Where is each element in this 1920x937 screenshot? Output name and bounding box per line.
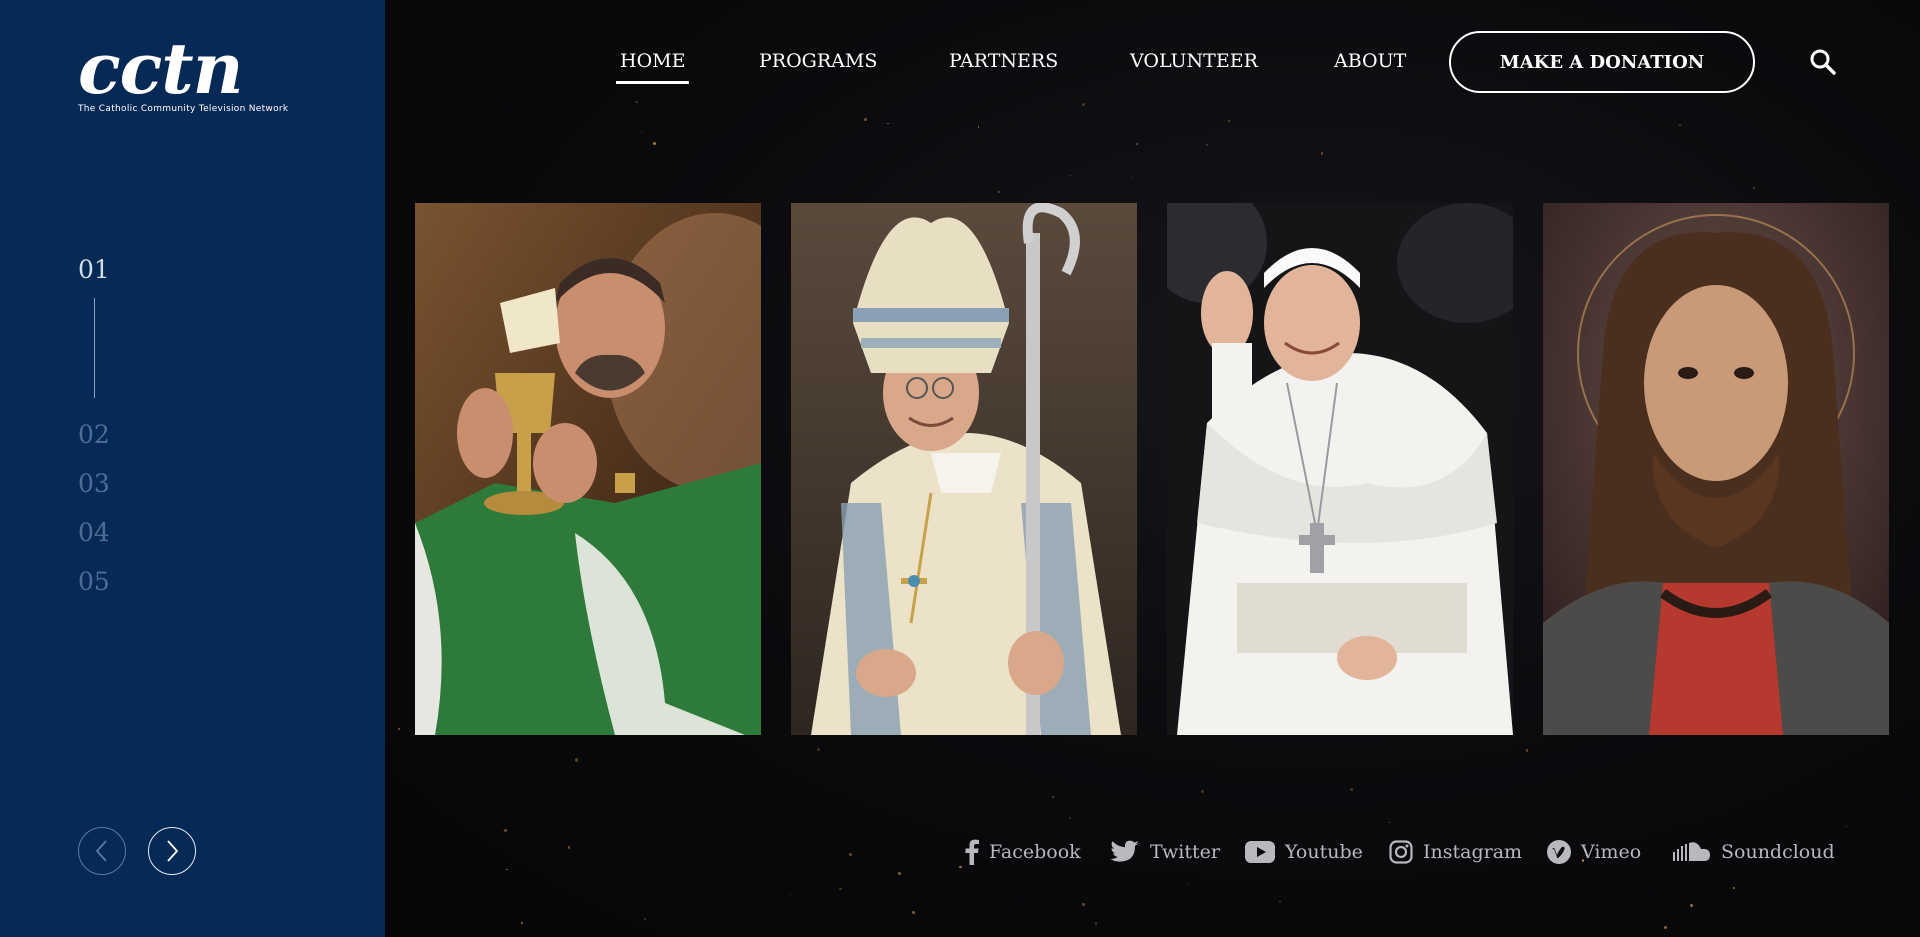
ember-particle — [898, 872, 902, 875]
nav-volunteer[interactable]: VOLUNTEER — [1130, 50, 1258, 72]
logo-tagline: The Catholic Community Television Networ… — [78, 104, 289, 114]
next-slide-button[interactable] — [148, 827, 196, 875]
ember-particle — [1131, 177, 1133, 179]
social-label: Twitter — [1150, 841, 1220, 863]
ember-particle — [1201, 789, 1205, 793]
christ-portrait-image — [1543, 203, 1889, 735]
gallery-card-pope[interactable] — [1167, 203, 1513, 735]
search-icon[interactable] — [1809, 48, 1837, 76]
chevron-left-icon — [95, 840, 107, 862]
social-label: Youtube — [1285, 841, 1363, 863]
social-label: Vimeo — [1581, 841, 1642, 863]
slide-number[interactable]: 05 — [78, 567, 110, 596]
social-label: Instagram — [1423, 841, 1523, 863]
social-links: Facebook Twitter Youtube Instagram Vimeo… — [385, 836, 1920, 868]
slide-pagination: 01 02 03 04 05 — [78, 255, 110, 616]
ember-particle — [502, 831, 504, 833]
main-nav: HOME PROGRAMS PARTNERS VOLUNTEER ABOUT M… — [385, 31, 1920, 93]
slide-number[interactable]: 03 — [78, 469, 110, 498]
ember-particle — [1227, 119, 1230, 122]
social-vimeo[interactable]: Vimeo — [1547, 836, 1641, 868]
ember-particle — [504, 829, 507, 832]
pope-image — [1167, 203, 1513, 735]
ember-particle — [1206, 143, 1209, 146]
soundcloud-icon — [1673, 842, 1710, 861]
nav-programs[interactable]: PROGRAMS — [759, 50, 877, 72]
ember-particle — [1068, 817, 1071, 820]
ember-particle — [1664, 925, 1668, 929]
ember-particle — [1187, 882, 1189, 884]
ember-particle — [1094, 922, 1098, 925]
ember-particle — [397, 727, 400, 730]
ember-particle — [1388, 821, 1391, 824]
ember-particle — [817, 748, 820, 752]
social-label: Facebook — [989, 841, 1081, 863]
ember-particle — [998, 190, 1001, 193]
ember-particle — [863, 117, 868, 122]
social-twitter[interactable]: Twitter — [1110, 836, 1220, 868]
social-youtube[interactable]: Youtube — [1245, 836, 1363, 868]
logo[interactable]: cctn The Catholic Community Television N… — [78, 27, 310, 115]
vimeo-icon — [1547, 840, 1571, 864]
ember-particle — [1135, 143, 1138, 145]
slide-progress-line — [94, 298, 95, 398]
twitter-icon — [1110, 840, 1139, 862]
ember-particle — [1753, 187, 1756, 190]
bishop-image — [791, 203, 1137, 735]
ember-particle — [1069, 174, 1071, 176]
sidebar: cctn The Catholic Community Television N… — [0, 0, 385, 937]
ember-particle — [1733, 886, 1735, 889]
donate-button[interactable]: MAKE A DONATION — [1449, 31, 1755, 93]
youtube-icon — [1245, 841, 1275, 863]
logo-mark: cctn — [78, 27, 243, 110]
slide-number[interactable]: 02 — [78, 420, 110, 449]
ember-particle — [912, 911, 916, 915]
ember-particle — [1320, 152, 1324, 155]
instagram-icon — [1389, 840, 1413, 864]
facebook-icon — [965, 839, 979, 865]
page: cctn The Catholic Community Television N… — [0, 0, 1920, 937]
ember-particle — [1525, 749, 1529, 752]
ember-particle — [1081, 902, 1085, 906]
ember-particle — [1081, 103, 1085, 106]
nav-partners[interactable]: PARTNERS — [949, 50, 1058, 72]
social-soundcloud[interactable]: Soundcloud — [1673, 836, 1835, 868]
ember-particle — [1689, 903, 1694, 908]
ember-particle — [977, 126, 980, 128]
previous-slide-button[interactable] — [78, 827, 126, 875]
main-content: HOME PROGRAMS PARTNERS VOLUNTEER ABOUT M… — [385, 0, 1920, 937]
ember-particle — [652, 141, 657, 145]
ember-particle — [635, 100, 638, 104]
slide-number[interactable]: 04 — [78, 518, 110, 547]
ember-particle — [1052, 795, 1055, 799]
gallery-card-priest[interactable] — [415, 203, 761, 735]
chevron-right-icon — [167, 840, 179, 862]
ember-particle — [790, 893, 792, 895]
gallery-card-christ[interactable] — [1543, 203, 1889, 735]
ember-particle — [575, 758, 579, 762]
ember-particle — [641, 131, 643, 133]
ember-particle — [520, 922, 524, 925]
slide-number-active[interactable]: 01 — [78, 255, 110, 284]
gallery-card-bishop[interactable] — [791, 203, 1137, 735]
ember-particle — [1678, 124, 1681, 127]
ember-particle — [839, 887, 842, 891]
ember-particle — [506, 868, 508, 871]
ember-particle — [1279, 900, 1281, 903]
ember-particle — [643, 918, 647, 921]
ember-particle — [1845, 825, 1847, 828]
priest-image — [415, 203, 761, 735]
social-instagram[interactable]: Instagram — [1389, 836, 1522, 868]
ember-particle — [887, 122, 889, 124]
social-label: Soundcloud — [1721, 841, 1835, 863]
social-facebook[interactable]: Facebook — [965, 836, 1081, 868]
nav-home[interactable]: HOME — [615, 50, 691, 84]
ember-particle — [1350, 788, 1353, 791]
nav-about[interactable]: ABOUT — [1334, 50, 1406, 72]
